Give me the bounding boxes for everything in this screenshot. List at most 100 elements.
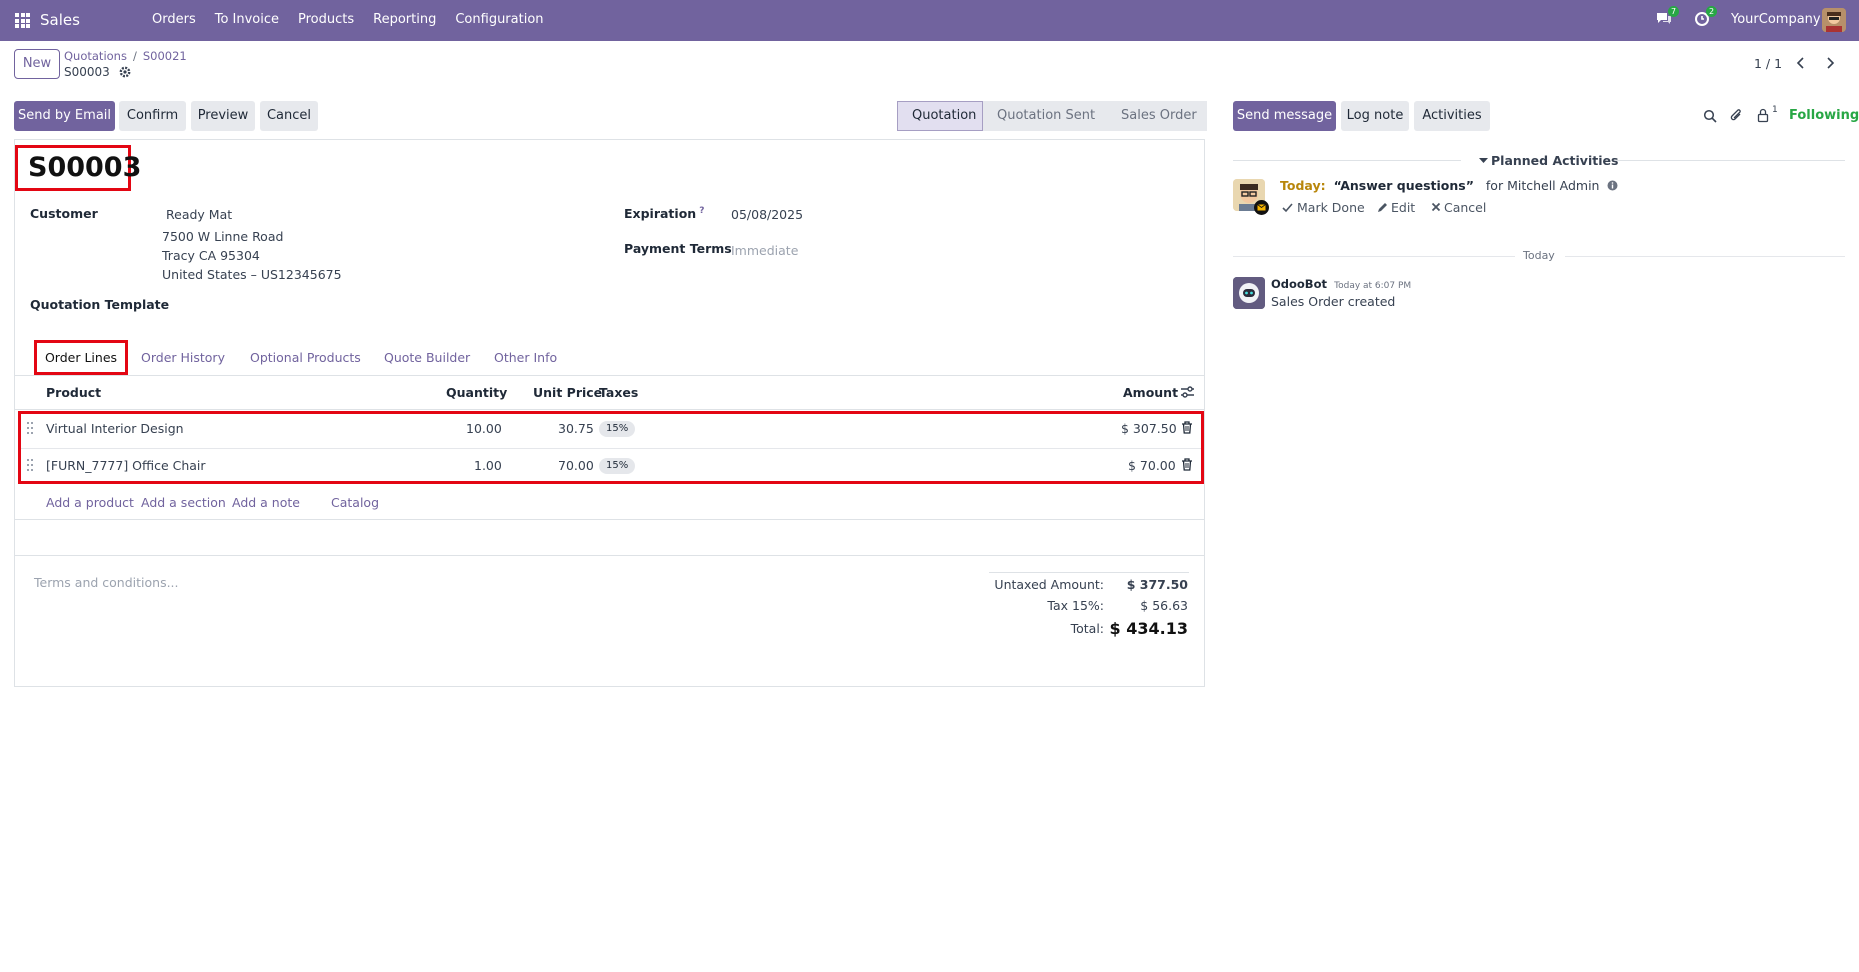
message-header: OdooBot Today at 6:07 PM — [1271, 277, 1411, 292]
menu-configuration[interactable]: Configuration — [455, 12, 543, 27]
activity-due: Today: — [1280, 178, 1326, 193]
stage-quotation[interactable]: Quotation — [897, 101, 983, 131]
breadcrumb-separator: / — [132, 49, 137, 63]
pencil-icon — [1378, 203, 1387, 212]
column-amount[interactable]: Amount — [1123, 385, 1178, 400]
confirm-button[interactable]: Confirm — [119, 101, 186, 131]
customer-address-country: United States – US12345675 — [162, 267, 342, 282]
send-message-button[interactable]: Send message — [1233, 101, 1336, 131]
table-row[interactable]: Virtual Interior Design 10.00 30.75 15% … — [21, 412, 1201, 445]
breadcrumb-s00021[interactable]: S00021 — [143, 49, 187, 63]
tax-value: $ 56.63 — [1140, 598, 1188, 613]
column-product[interactable]: Product — [46, 385, 101, 400]
optional-columns-icon[interactable] — [1180, 385, 1195, 400]
terms-and-conditions-field[interactable]: Terms and conditions... — [34, 575, 179, 590]
planned-activities-title: Planned Activities — [1479, 153, 1618, 168]
next-record-icon[interactable] — [1822, 55, 1838, 71]
planned-activities-header[interactable]: Planned Activities — [1233, 153, 1845, 169]
followers-lock-icon[interactable] — [1757, 108, 1769, 123]
following-button[interactable]: Following — [1789, 108, 1859, 123]
menu-to-invoice[interactable]: To Invoice — [215, 12, 279, 27]
top-navbar: Sales Orders To Invoice Products Reporti… — [0, 0, 1859, 41]
log-note-button[interactable]: Log note — [1341, 101, 1409, 131]
tab-optional-products[interactable]: Optional Products — [250, 350, 361, 365]
tax-badge[interactable]: 15% — [599, 421, 636, 437]
messages-count: 7 — [1668, 6, 1680, 17]
messages-button[interactable]: 7 — [1655, 6, 1680, 31]
drag-handle-icon[interactable] — [27, 459, 33, 471]
column-quantity[interactable]: Quantity — [446, 385, 507, 400]
menu-reporting[interactable]: Reporting — [373, 12, 436, 27]
table-row[interactable]: [FURN_7777] Office Chair 1.00 70.00 15% … — [21, 448, 1201, 481]
activities-button[interactable]: 2 — [1693, 6, 1718, 31]
column-unit-price[interactable]: Unit Price — [533, 385, 602, 400]
customer-address-street: 7500 W Linne Road — [162, 229, 284, 244]
drag-handle-icon[interactable] — [27, 422, 33, 434]
message-body: Sales Order created — [1271, 294, 1396, 309]
payment-terms-field[interactable]: Immediate — [731, 243, 798, 258]
tab-other-info[interactable]: Other Info — [494, 350, 557, 365]
menu-orders[interactable]: Orders — [152, 12, 196, 27]
activities-button[interactable]: Activities — [1414, 101, 1490, 131]
order-reference: S00003 — [15, 145, 141, 191]
trash-icon[interactable] — [1181, 458, 1193, 471]
tab-order-history[interactable]: Order History — [141, 350, 225, 365]
caret-down-icon — [1479, 158, 1488, 163]
user-avatar[interactable] — [1822, 8, 1846, 32]
expiration-label-text: Expiration — [624, 206, 697, 222]
add-section-link[interactable]: Add a section — [141, 495, 226, 510]
add-product-link[interactable]: Add a product — [46, 495, 134, 510]
add-note-link[interactable]: Add a note — [232, 495, 300, 510]
expiration-date-field[interactable]: 05/08/2025 — [731, 207, 803, 222]
line-quantity[interactable]: 10.00 — [466, 421, 502, 436]
expiration-label: Expiration? — [624, 206, 704, 221]
apps-menu-icon[interactable] — [15, 13, 30, 28]
previous-record-icon[interactable] — [1793, 55, 1809, 71]
edit-label: Edit — [1391, 200, 1416, 215]
mark-done-button[interactable]: Mark Done — [1282, 200, 1365, 215]
divider — [15, 555, 1204, 556]
customer-address-city: Tracy CA 95304 — [162, 248, 260, 263]
help-tooltip-icon[interactable]: ? — [699, 206, 704, 216]
paperclip-icon[interactable] — [1729, 108, 1744, 124]
line-unit-price[interactable]: 70.00 — [558, 458, 594, 473]
breadcrumb-quotations[interactable]: Quotations — [64, 49, 127, 63]
trash-icon[interactable] — [1181, 421, 1193, 434]
line-product[interactable]: [FURN_7777] Office Chair — [46, 458, 206, 473]
info-icon[interactable] — [1607, 180, 1618, 191]
tax-badge[interactable]: 15% — [599, 458, 636, 474]
search-icon[interactable] — [1703, 109, 1717, 123]
email-activity-badge — [1254, 200, 1269, 215]
gear-icon[interactable] — [119, 66, 131, 78]
line-amount: $ 70.00 — [1128, 458, 1176, 473]
stage-sales-order[interactable]: Sales Order — [1107, 101, 1207, 131]
catalog-link[interactable]: Catalog — [331, 495, 379, 510]
new-button[interactable]: New — [14, 49, 60, 79]
line-amount: $ 307.50 — [1121, 421, 1177, 436]
date-separator: Today — [1233, 249, 1845, 265]
send-by-email-button[interactable]: Send by Email — [14, 101, 115, 131]
edit-activity-button[interactable]: Edit — [1377, 200, 1415, 215]
preview-button[interactable]: Preview — [191, 101, 255, 131]
company-switcher[interactable]: YourCompany — [1731, 12, 1821, 27]
cancel-button[interactable]: Cancel — [260, 101, 318, 131]
current-record-name: S00003 — [64, 65, 110, 79]
pager-value[interactable]: 1 / 1 — [1754, 56, 1782, 71]
menu-products[interactable]: Products — [298, 12, 354, 27]
tab-order-lines[interactable]: Order Lines — [34, 340, 128, 375]
divider — [1616, 160, 1845, 161]
stage-quotation-sent[interactable]: Quotation Sent — [983, 101, 1107, 131]
tab-quote-builder[interactable]: Quote Builder — [384, 350, 470, 365]
app-name[interactable]: Sales — [40, 11, 80, 29]
cancel-activity-button[interactable]: Cancel — [1431, 200, 1486, 215]
check-icon — [1282, 203, 1293, 213]
column-taxes[interactable]: Taxes — [599, 385, 638, 400]
divider — [1233, 160, 1461, 161]
line-unit-price[interactable]: 30.75 — [558, 421, 594, 436]
customer-name[interactable]: Ready Mat — [166, 207, 232, 222]
odoobot-avatar — [1233, 277, 1265, 309]
line-quantity[interactable]: 1.00 — [474, 458, 502, 473]
message-author[interactable]: OdooBot — [1271, 277, 1327, 291]
current-record: S00003 — [64, 65, 131, 79]
line-product[interactable]: Virtual Interior Design — [46, 421, 184, 436]
